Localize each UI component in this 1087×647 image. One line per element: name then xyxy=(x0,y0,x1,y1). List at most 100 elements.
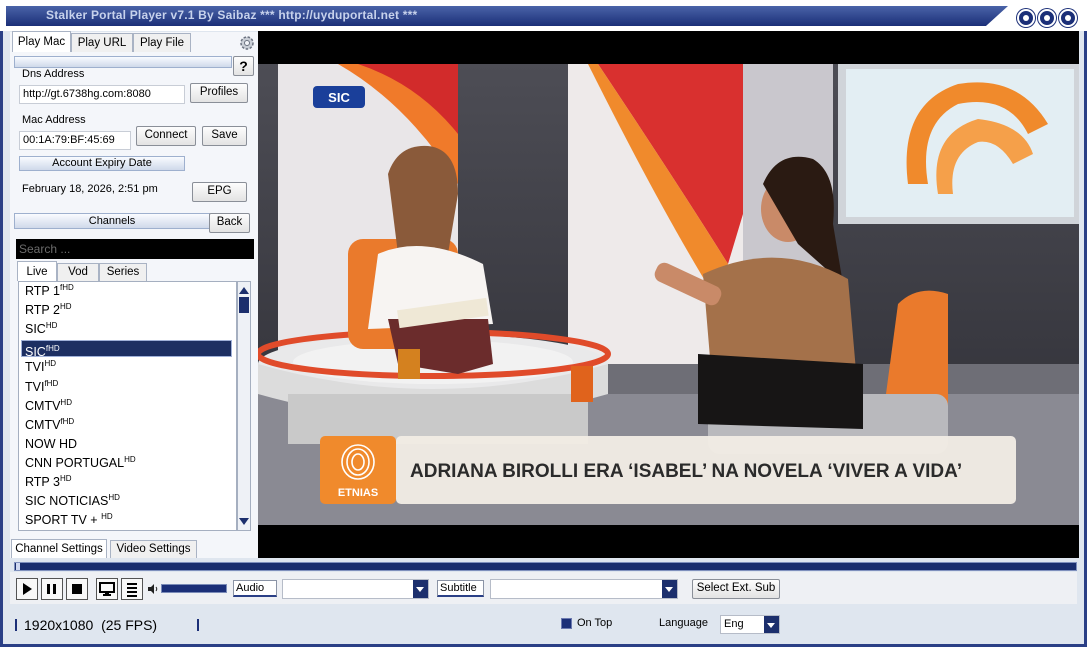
list-item[interactable]: TVIfHD xyxy=(25,379,58,394)
list-item[interactable]: NOW HD xyxy=(25,436,77,451)
channel-name: RTP 1 xyxy=(25,284,60,299)
video-player[interactable]: SIC ETNIAS ADRIANA BIROLLI ERA ‘ISABEL’ … xyxy=(258,31,1079,558)
expiry-header: Account Expiry Date xyxy=(19,156,185,171)
list-item[interactable]: CNN PORTUGALHD xyxy=(25,455,136,470)
channel-name: TVI xyxy=(25,379,45,394)
play-icon xyxy=(23,583,32,595)
channel-list[interactable]: RTP 1fHD RTP 2HD SICHD SICfHD TVIHD TVIfHD CMT… xyxy=(18,281,237,531)
channel-logo-text: SIC xyxy=(328,90,350,105)
back-button[interactable]: Back xyxy=(209,213,250,233)
fullscreen-button[interactable] xyxy=(96,578,118,600)
select-ext-sub-button[interactable]: Select Ext. Sub xyxy=(692,579,780,599)
pause-icon xyxy=(47,584,56,594)
minimize-button[interactable] xyxy=(1017,9,1035,27)
channel-quality-badge: fHD xyxy=(59,283,74,292)
tab-vod[interactable]: Vod xyxy=(57,263,99,281)
status-divider xyxy=(15,619,17,631)
channel-name: TVI xyxy=(25,360,45,375)
language-label: Language xyxy=(659,617,708,629)
list-item[interactable]: CMTVfHD xyxy=(25,417,74,432)
on-top-label: On Top xyxy=(577,617,613,629)
channel-quality-badge: HD xyxy=(101,512,113,522)
volume-slider[interactable] xyxy=(161,584,227,593)
list-item[interactable]: RTP 1fHD xyxy=(25,283,74,298)
language-select[interactable]: Eng xyxy=(720,615,780,634)
settings-gear-button[interactable] xyxy=(238,34,256,52)
channel-quality-badge: fHD xyxy=(44,378,59,388)
list-item[interactable]: TVIHD xyxy=(25,359,56,374)
chevron-down-icon[interactable] xyxy=(413,580,428,598)
dot-icon xyxy=(1044,15,1050,21)
stop-button[interactable] xyxy=(66,578,88,600)
channel-quality-badge: fHD xyxy=(60,416,75,426)
list-item[interactable]: SICHD xyxy=(25,321,57,336)
tab-channel-settings[interactable]: Channel Settings xyxy=(11,539,107,558)
volume-icon[interactable] xyxy=(147,583,159,595)
channel-name: SIC xyxy=(25,322,46,337)
status-bar xyxy=(10,613,1077,638)
channel-name: SIC xyxy=(25,345,46,360)
channel-quality-badge: HD xyxy=(45,321,58,331)
dns-label: Dns Address xyxy=(22,68,85,80)
channel-name: SIC NOTICIAS xyxy=(25,494,109,509)
dot-icon xyxy=(1023,15,1029,21)
channel-name: CMTV xyxy=(25,417,61,432)
tab-play-file[interactable]: Play File xyxy=(133,33,191,52)
channel-name: NOW HD xyxy=(25,436,78,451)
channel-list-scrollbar[interactable] xyxy=(237,281,251,531)
seek-bar[interactable] xyxy=(14,562,1077,571)
tab-play-url[interactable]: Play URL xyxy=(71,33,133,52)
search-input[interactable]: Search ... xyxy=(16,239,254,259)
list-item[interactable]: SIC NOTICIASHD xyxy=(25,493,120,508)
channels-header: Channels xyxy=(14,213,210,229)
audio-track-select[interactable] xyxy=(282,579,429,599)
scroll-thumb[interactable] xyxy=(239,297,249,313)
title-bar[interactable]: Stalker Portal Player v7.1 By Saibaz ***… xyxy=(0,0,1087,31)
channel-name: RTP 2 xyxy=(25,303,60,318)
list-item[interactable]: RTP 2HD xyxy=(25,302,72,317)
scroll-down-icon[interactable] xyxy=(239,518,249,525)
help-button[interactable]: ? xyxy=(233,56,254,76)
channel-name: RTP 3 xyxy=(25,475,60,490)
list-item[interactable]: RTP 3HD xyxy=(25,474,72,489)
dns-address-field[interactable]: http://gt.6738hg.com:8080 xyxy=(19,85,185,104)
stop-icon xyxy=(72,584,82,594)
channel-name: CNN PORTUGAL xyxy=(25,456,125,471)
audio-label: Audio xyxy=(233,580,277,597)
subtitle-select[interactable] xyxy=(490,579,678,599)
tab-video-settings[interactable]: Video Settings xyxy=(110,540,197,558)
channel-name: CMTV xyxy=(25,398,61,413)
tab-play-mac[interactable]: Play Mac xyxy=(12,31,71,52)
tab-live[interactable]: Live xyxy=(17,261,57,281)
save-button[interactable]: Save xyxy=(202,126,247,146)
maximize-button[interactable] xyxy=(1038,9,1056,27)
on-top-checkbox[interactable] xyxy=(561,618,572,629)
expiry-value: February 18, 2026, 2:51 pm xyxy=(19,172,185,206)
list-item[interactable]: CMTVHD xyxy=(25,398,72,413)
playlist-button[interactable] xyxy=(121,578,143,600)
list-item[interactable]: SPORT TV + HD xyxy=(25,512,113,527)
seek-handle[interactable] xyxy=(16,563,20,570)
mac-address-field[interactable]: 00:1A:79:BF:45:69 xyxy=(19,131,131,150)
channel-quality-badge: fHD xyxy=(45,344,60,354)
list-icon xyxy=(127,583,137,597)
scroll-up-icon[interactable] xyxy=(239,287,249,294)
language-value: Eng xyxy=(724,618,744,630)
lower-third-brand: ETNIAS xyxy=(338,487,378,499)
pause-button[interactable] xyxy=(41,578,63,600)
subtitle-label: Subtitle xyxy=(437,580,484,597)
channel-quality-badge: HD xyxy=(124,454,136,464)
epg-button[interactable]: EPG xyxy=(192,182,247,202)
close-button[interactable] xyxy=(1059,9,1077,27)
chevron-down-icon[interactable] xyxy=(662,580,677,598)
channel-name: SPORT TV + xyxy=(25,513,102,528)
connect-button[interactable]: Connect xyxy=(136,126,196,146)
chevron-down-icon[interactable] xyxy=(764,616,779,633)
channel-quality-badge: HD xyxy=(59,474,72,483)
window-title: Stalker Portal Player v7.1 By Saibaz ***… xyxy=(46,8,418,22)
channel-quality-badge: HD xyxy=(60,397,72,407)
play-button[interactable] xyxy=(16,578,38,600)
list-item[interactable]: SICfHD xyxy=(21,340,232,360)
tab-series[interactable]: Series xyxy=(99,263,147,281)
profiles-button[interactable]: Profiles xyxy=(190,83,248,103)
